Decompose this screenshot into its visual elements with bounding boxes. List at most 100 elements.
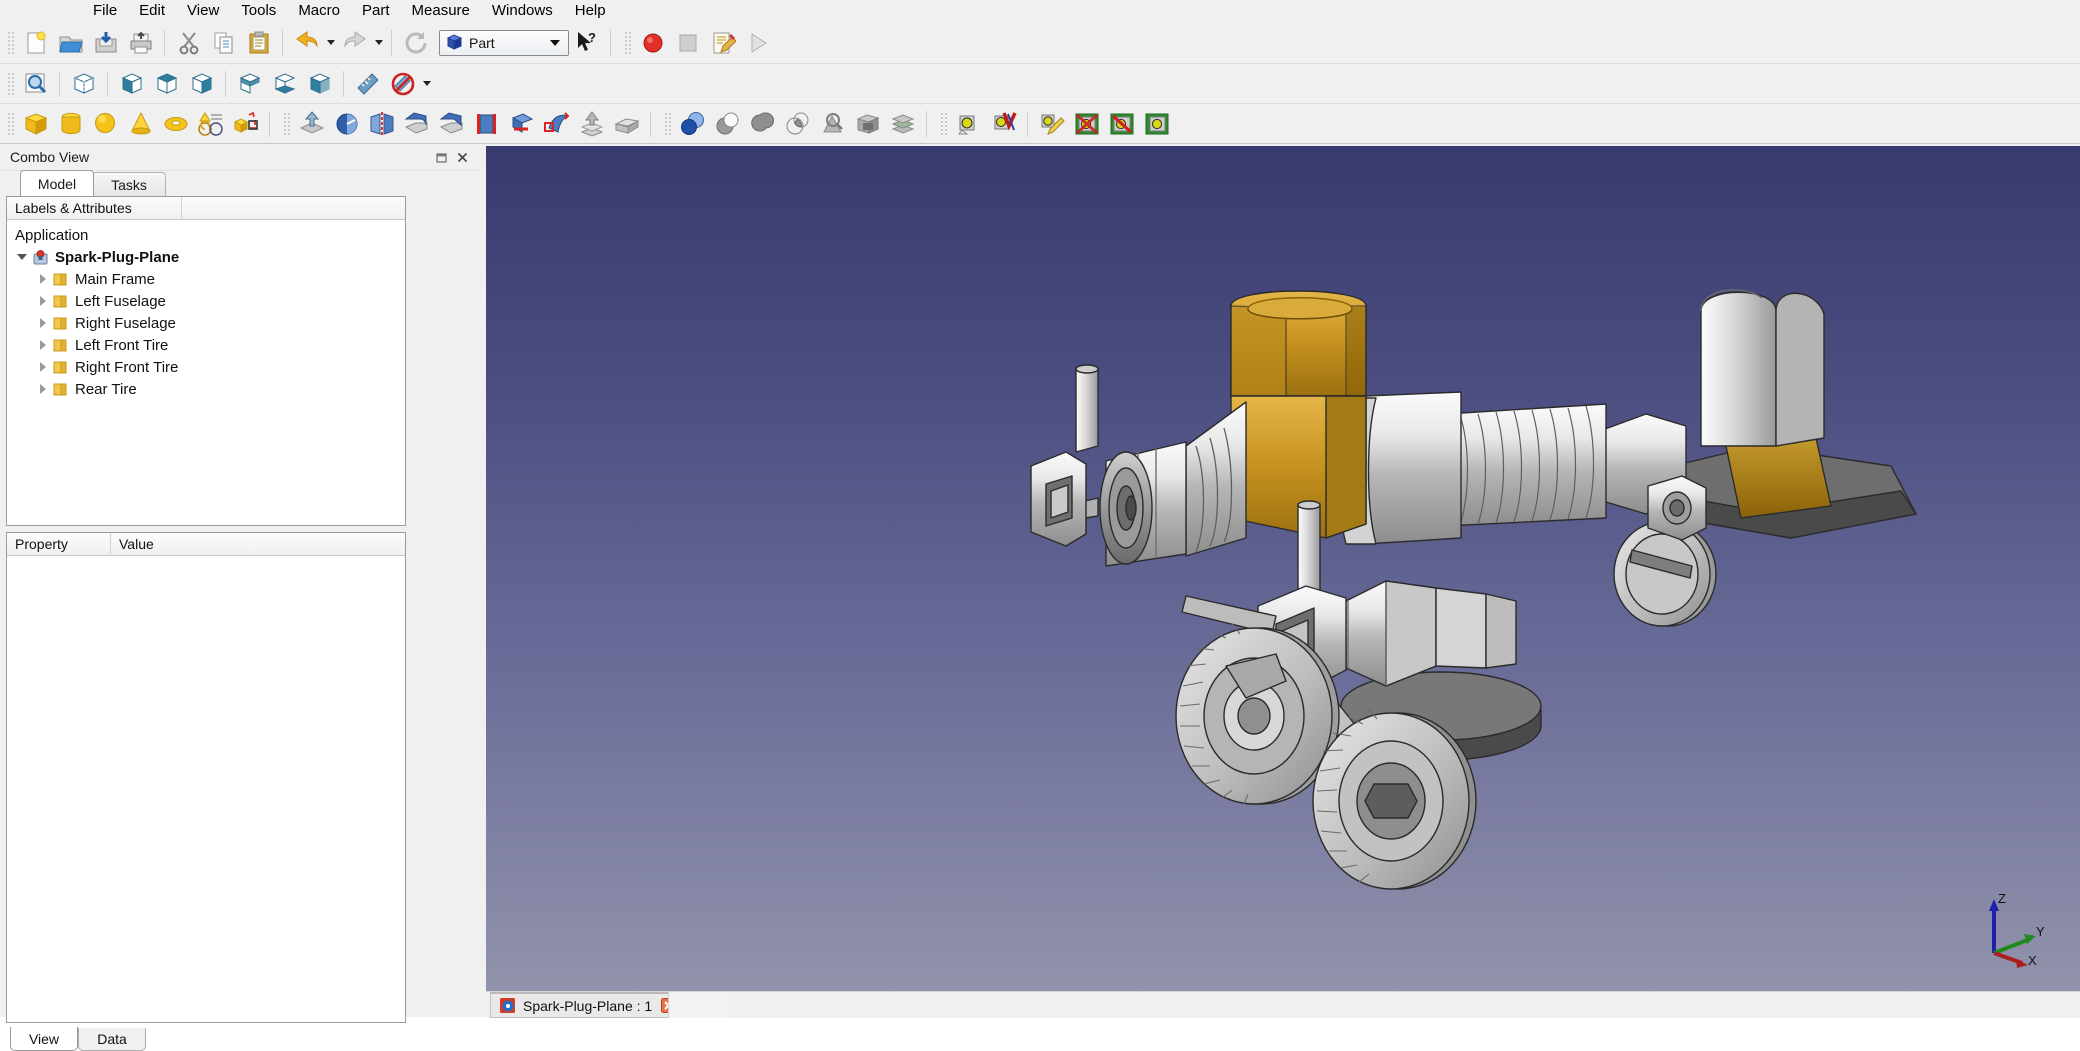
- part-torus-button[interactable]: [159, 107, 192, 140]
- ruled-surface-button[interactable]: [470, 107, 503, 140]
- toolbar-grip[interactable]: [663, 110, 672, 137]
- measure-toggle-all-button[interactable]: [952, 107, 985, 140]
- section-button[interactable]: [851, 107, 884, 140]
- sweep-button[interactable]: [540, 107, 573, 140]
- shape-builder-button[interactable]: [194, 107, 227, 140]
- whats-this-button[interactable]: ?: [570, 26, 603, 59]
- part-cylinder-button[interactable]: [54, 107, 87, 140]
- extrude-button[interactable]: [295, 107, 328, 140]
- revolve-button[interactable]: [330, 107, 363, 140]
- tree-item-right-front-tire[interactable]: Right Front Tire: [7, 356, 405, 378]
- expand-arrow-icon[interactable]: [37, 383, 49, 395]
- axonometric-view-button[interactable]: [67, 67, 100, 100]
- boolean-button[interactable]: [676, 107, 709, 140]
- macro-stop-button[interactable]: [671, 26, 704, 59]
- front-view-button[interactable]: [115, 67, 148, 100]
- tree-item-right-fuselage[interactable]: Right Fuselage: [7, 312, 405, 334]
- cut-shape-button[interactable]: [711, 107, 744, 140]
- save-document-button[interactable]: [89, 26, 122, 59]
- loft-button[interactable]: [505, 107, 538, 140]
- check-geometry-button[interactable]: [816, 107, 849, 140]
- expand-arrow-icon[interactable]: [37, 339, 49, 351]
- tree-item-document[interactable]: Spark-Plug-Plane: [7, 246, 405, 268]
- menu-windows[interactable]: Windows: [481, 0, 564, 22]
- 3d-viewport[interactable]: Z Y X: [486, 146, 2080, 991]
- macro-record-button[interactable]: [636, 26, 669, 59]
- measure-button[interactable]: [351, 67, 384, 100]
- menu-part[interactable]: Part: [351, 0, 401, 22]
- model-tree-panel[interactable]: Labels & Attributes Application Spark-Pl…: [6, 196, 406, 526]
- tab-data[interactable]: Data: [78, 1028, 146, 1051]
- print-button[interactable]: [124, 26, 157, 59]
- tree-root-application[interactable]: Application: [7, 224, 405, 246]
- thickness-button[interactable]: [610, 107, 643, 140]
- menu-file[interactable]: File: [82, 0, 128, 22]
- fit-all-button[interactable]: [19, 67, 52, 100]
- menu-macro[interactable]: Macro: [287, 0, 351, 22]
- part-cone-button[interactable]: [124, 107, 157, 140]
- measure-toggle-3d-button[interactable]: [1070, 107, 1103, 140]
- toolbar-grip[interactable]: [6, 70, 15, 97]
- redo-button[interactable]: [338, 26, 371, 59]
- fillet-button[interactable]: [400, 107, 433, 140]
- macro-execute-button[interactable]: [741, 26, 774, 59]
- measure-clear-all-button[interactable]: [1140, 107, 1173, 140]
- expand-arrow-icon[interactable]: [37, 317, 49, 329]
- toolbar-grip[interactable]: [939, 110, 948, 137]
- menu-tools[interactable]: Tools: [230, 0, 287, 22]
- menu-measure[interactable]: Measure: [401, 0, 481, 22]
- menu-help[interactable]: Help: [564, 0, 617, 22]
- tab-model[interactable]: Model: [20, 170, 94, 196]
- refresh-button[interactable]: [399, 26, 432, 59]
- undo-dropdown-arrow[interactable]: [324, 27, 337, 58]
- menu-view[interactable]: View: [176, 0, 230, 22]
- primitives-dialog-button[interactable]: [229, 107, 262, 140]
- menu-edit[interactable]: Edit: [128, 0, 176, 22]
- clear-measurement-button[interactable]: [386, 67, 419, 100]
- right-view-button[interactable]: [185, 67, 218, 100]
- tab-view[interactable]: View: [10, 1027, 78, 1051]
- rear-view-button[interactable]: [233, 67, 266, 100]
- close-dock-button[interactable]: [455, 150, 470, 165]
- copy-button[interactable]: [207, 26, 240, 59]
- part-box-button[interactable]: [19, 107, 52, 140]
- intersection-button[interactable]: [781, 107, 814, 140]
- bottom-view-button[interactable]: [268, 67, 301, 100]
- redo-dropdown-arrow[interactable]: [372, 27, 385, 58]
- cut-button[interactable]: [172, 26, 205, 59]
- measure-toggle-delta-button[interactable]: [1105, 107, 1138, 140]
- tree-item-rear-tire[interactable]: Rear Tire: [7, 378, 405, 400]
- measure-validate-button[interactable]: [987, 107, 1020, 140]
- clear-measurement-dropdown-arrow[interactable]: [420, 68, 433, 99]
- tab-tasks[interactable]: Tasks: [92, 172, 166, 196]
- expand-arrow-icon[interactable]: [17, 251, 29, 263]
- tree-item-left-front-tire[interactable]: Left Front Tire: [7, 334, 405, 356]
- toolbar-grip[interactable]: [6, 29, 15, 56]
- tree-item-main-frame[interactable]: Main Frame: [7, 268, 405, 290]
- mirror-button[interactable]: [365, 107, 398, 140]
- new-document-button[interactable]: [19, 26, 52, 59]
- union-button[interactable]: [746, 107, 779, 140]
- expand-arrow-icon[interactable]: [37, 273, 49, 285]
- toolbar-grip[interactable]: [6, 110, 15, 137]
- part-sphere-button[interactable]: [89, 107, 122, 140]
- top-view-button[interactable]: [150, 67, 183, 100]
- cross-sections-button[interactable]: [886, 107, 919, 140]
- float-dock-button[interactable]: [435, 150, 450, 165]
- workbench-selector[interactable]: Part: [439, 29, 569, 56]
- measure-annotation-button[interactable]: [1035, 107, 1068, 140]
- macro-edit-button[interactable]: [706, 26, 739, 59]
- tree-item-left-fuselage[interactable]: Left Fuselage: [7, 290, 405, 312]
- offset-button[interactable]: [575, 107, 608, 140]
- expand-arrow-icon[interactable]: [37, 361, 49, 373]
- toolbar-grip[interactable]: [282, 110, 291, 137]
- expand-arrow-icon[interactable]: [37, 295, 49, 307]
- undo-button[interactable]: [290, 26, 323, 59]
- document-tab[interactable]: Spark-Plug-Plane : 1: [490, 992, 686, 1018]
- paste-button[interactable]: [242, 26, 275, 59]
- left-view-button[interactable]: [303, 67, 336, 100]
- open-document-button[interactable]: [54, 26, 87, 59]
- property-editor-panel[interactable]: Property Value: [6, 532, 406, 1023]
- chamfer-button[interactable]: [435, 107, 468, 140]
- toolbar-grip[interactable]: [623, 29, 632, 56]
